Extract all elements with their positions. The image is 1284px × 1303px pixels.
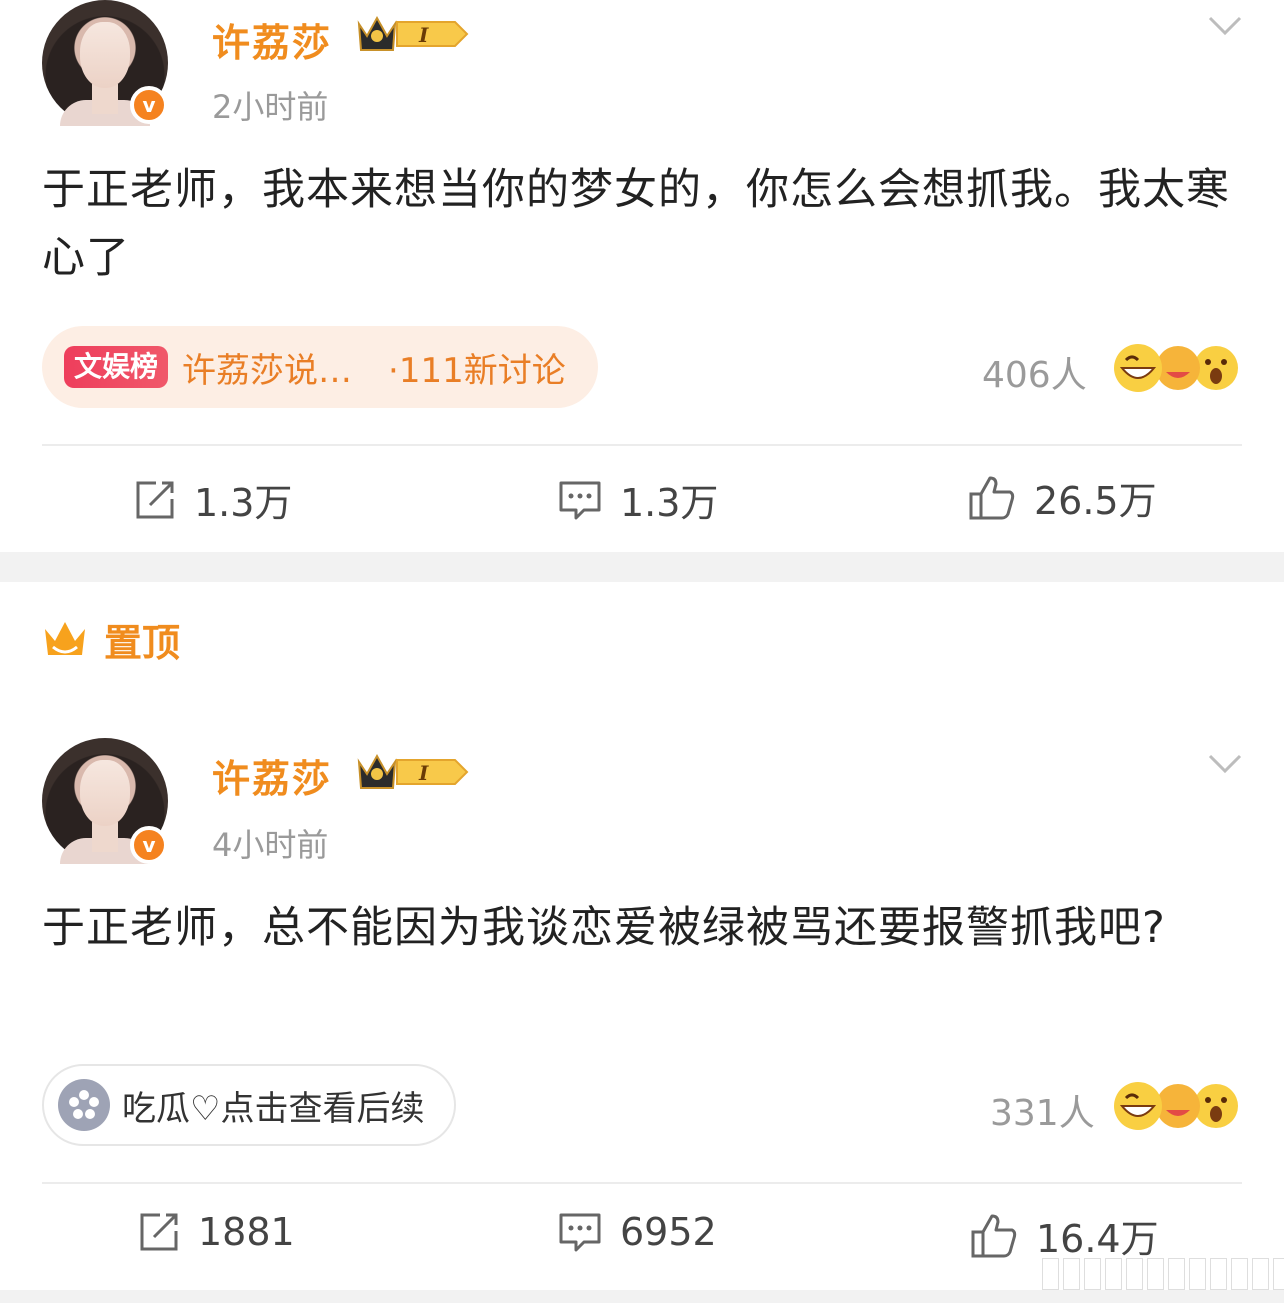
post-time: 4小时前 <box>212 826 329 864</box>
like-count: 16.4万 <box>1036 1217 1159 1261</box>
comment-button[interactable]: 6952 <box>558 1210 717 1254</box>
follow-up-text: 吃瓜♡点击查看后续 <box>122 1088 425 1129</box>
melon-icon <box>58 1079 110 1131</box>
level-badge-icon: I <box>357 753 469 789</box>
reaction-emoji-icons[interactable] <box>1112 1080 1242 1132</box>
post-card[interactable]: v 许荔莎 I 4小时前 于正老师，总不能因为我谈恋爱被绿被骂还要报警抓我吧? … <box>0 0 1284 1290</box>
like-button[interactable]: 16.4万 <box>970 1208 1159 1263</box>
repost-count: 1881 <box>198 1210 295 1254</box>
watermark <box>1038 1258 1284 1290</box>
follow-up-link[interactable]: 吃瓜♡点击查看后续 <box>42 1064 457 1146</box>
comment-count: 6952 <box>620 1210 717 1254</box>
reaction-people-count: 331人 <box>990 1093 1095 1134</box>
post-content: 于正老师，总不能因为我谈恋爱被绿被骂还要报警抓我吧? <box>42 903 1166 953</box>
thumbs-up-icon <box>971 1214 1017 1257</box>
verified-badge-icon: v <box>130 826 168 864</box>
separator <box>0 1290 1284 1303</box>
comment-icon <box>559 1213 601 1252</box>
chevron-down-icon[interactable] <box>1208 754 1242 774</box>
divider <box>42 1182 1242 1184</box>
repost-icon <box>140 1213 178 1251</box>
repost-button[interactable]: 1881 <box>138 1210 295 1254</box>
author-name[interactable]: 许荔莎 <box>212 748 332 803</box>
svg-text:I: I <box>418 761 429 785</box>
